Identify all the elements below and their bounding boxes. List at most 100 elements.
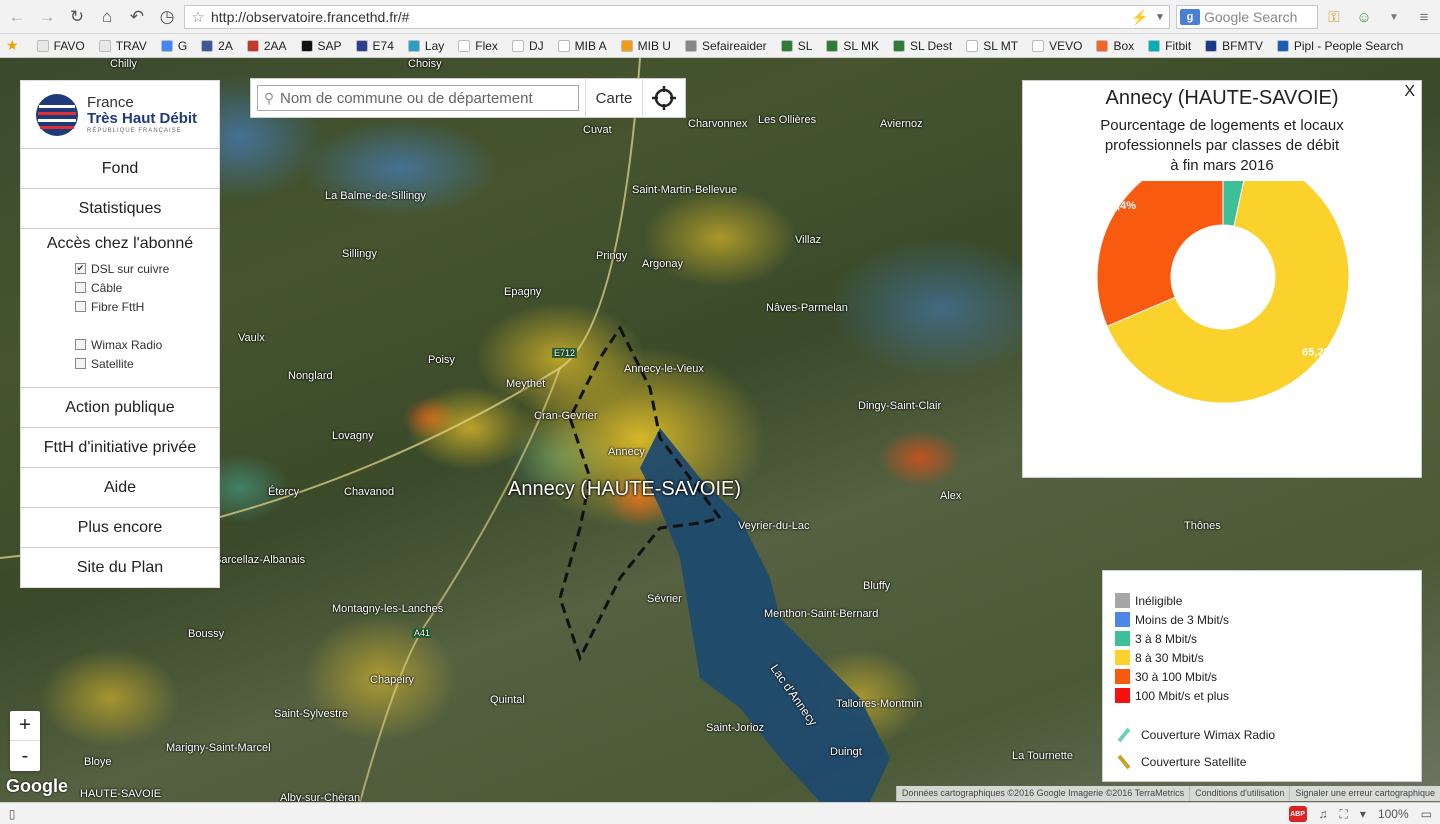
map-placename: Choisy [408,58,442,70]
adblock-icon[interactable]: ABP [1288,806,1307,822]
satellite-hatch-icon [1117,754,1131,769]
bookmark-label: Pipl - People Search [1293,38,1404,53]
bookmark-star-icon[interactable]: ☆ [185,8,211,26]
bookmark-item[interactable]: SAP [300,39,342,53]
france-thd-logo[interactable]: France Très Haut Débit RÉPUBLIQUE FRANÇA… [21,81,219,149]
key-icon[interactable]: ⚿ [1324,7,1344,27]
bookmark-item[interactable]: MIB A [557,39,607,53]
access-option[interactable]: Wimax Radio [21,335,219,354]
user-icon[interactable]: ☺ [1354,7,1374,27]
menu-statistiques[interactable]: Statistiques [21,189,219,229]
bookmark-item[interactable]: E74 [355,38,394,53]
access-checkbox[interactable] [75,358,86,369]
bookmark-item[interactable]: SL MK [826,39,879,53]
access-option-label: Wimax Radio [91,337,163,352]
access-option[interactable]: Fibre FttH [21,297,219,316]
access-option[interactable]: Câble [21,278,219,297]
bookmark-item[interactable]: 2A [201,39,233,53]
access-checkbox[interactable] [75,282,86,293]
bookmark-item[interactable]: 2AA [246,39,287,53]
bookmark-item[interactable]: DJ [511,38,544,53]
donut-chart[interactable]: 65,2% 31,4% [1023,181,1423,471]
favorites-star-icon[interactable]: ★ [6,37,19,54]
bookmark-label: SL MK [843,38,879,53]
map-placename: HAUTE-SAVOIE [80,788,162,800]
menu-action-publique[interactable]: Action publique [21,388,219,428]
bookmark-label: DJ [528,38,544,53]
bookmark-item[interactable]: Lay [407,38,445,53]
zoom-dropdown-icon[interactable]: ▾ [1360,807,1366,821]
access-checkbox[interactable] [75,301,86,312]
zoom-reset-icon[interactable]: ▭ [1421,807,1432,821]
stats-panel: X Annecy (HAUTE-SAVOIE) Pourcentage de l… [1022,80,1422,478]
menu-aide[interactable]: Aide [21,468,219,508]
zoom-out-button[interactable]: - [10,741,40,771]
bookmark-item[interactable]: VEVO [1032,39,1082,53]
fullscreen-icon[interactable]: ⛶ [1340,807,1348,822]
bookmark-item[interactable]: Sefaireaider [684,39,767,53]
back-icon[interactable]: ← [4,4,30,30]
bookmark-item[interactable]: FAVO [36,39,85,53]
url-dropdown-icon[interactable]: ▼ [1151,12,1169,23]
google-search-icon[interactable]: g [1180,9,1200,25]
access-option[interactable]: ✔ DSL sur cuivre [21,259,219,278]
commune-search-field[interactable]: ⚲ [257,85,579,111]
bookmark-label: E74 [372,38,394,53]
menu-icon[interactable]: ≡ [1414,7,1434,27]
terms-link[interactable]: Conditions d'utilisation [1189,786,1289,801]
map-placename: Meythet [506,378,546,390]
access-title[interactable]: Accès chez l'abonné [21,235,219,253]
access-option[interactable]: Satellite [21,354,219,373]
bookmark-favicon-icon [246,39,259,52]
dropdown-icon[interactable]: ▼ [1384,7,1404,27]
bookmark-item[interactable]: Pipl - People Search [1276,38,1404,53]
menu-site-du-plan[interactable]: Site du Plan [21,548,219,588]
access-checkbox[interactable]: ✔ [75,263,86,274]
browser-search-placeholder[interactable]: Google Search [1204,9,1297,25]
map-placename: La Balme-de-Sillingy [325,190,426,202]
commune-search-input[interactable] [280,89,570,107]
sidebar: France Très Haut Débit RÉPUBLIQUE FRANÇA… [20,80,220,588]
zoom-level[interactable]: 100% [1378,807,1409,821]
bookmark-item[interactable]: BFMTV [1205,39,1263,53]
browser-search-box[interactable]: g Google Search [1176,5,1318,29]
map-placename: Boussy [188,628,225,640]
home-icon[interactable]: ⌂ [94,4,120,30]
bookmark-item[interactable]: SL MT [966,39,1018,53]
undo-icon[interactable]: ↶ [124,4,150,30]
locate-icon[interactable] [643,78,685,118]
map-search-bar: ⚲ Carte [250,78,686,118]
report-error-link[interactable]: Signaler une erreur cartographique [1289,786,1440,801]
bookmark-item[interactable]: TRAV [98,39,147,53]
access-section: Accès chez l'abonné ✔ DSL sur cuivre Câble… [21,229,219,388]
bookmark-label: Box [1113,38,1135,53]
bookmark-favicon-icon [1096,39,1109,52]
sidebar-toggle-icon[interactable]: ▯ [0,807,24,821]
menu-fond[interactable]: Fond [21,149,219,189]
close-button[interactable]: X [1404,83,1415,101]
map-placename: A41 [412,628,433,638]
bookmark-item[interactable]: MIB U [620,39,671,53]
speaker-icon[interactable]: ♫ [1319,807,1328,821]
menu-ftth-privee[interactable]: FttH d'initiative privée [21,428,219,468]
map-placename: Pringy [596,250,628,262]
bookmark-item[interactable]: G [160,39,187,53]
bookmark-item[interactable]: Box [1096,39,1134,53]
carte-button[interactable]: Carte [585,78,643,118]
url-text[interactable]: http://observatoire.francethd.fr/# [211,9,1129,25]
bookmark-item[interactable]: SL [780,39,812,53]
bookmark-favicon-icon [1276,39,1289,52]
forward-icon[interactable]: → [34,4,60,30]
bookmark-item[interactable]: SL Dest [892,39,952,53]
history-icon[interactable]: ◷ [154,4,180,30]
access-checkbox[interactable] [75,339,86,350]
bookmark-item[interactable]: Flex [458,39,498,53]
map-placename: Étercy [268,486,300,498]
reload-icon[interactable]: ↻ [64,4,90,30]
zoom-in-button[interactable]: + [10,711,40,741]
bookmark-label: Lay [424,38,445,53]
url-bar[interactable]: ☆ http://observatoire.francethd.fr/# ⚡ ▼ [184,5,1170,29]
flash-icon[interactable]: ⚡ [1129,9,1151,26]
menu-plus-encore[interactable]: Plus encore [21,508,219,548]
bookmark-item[interactable]: Fitbit [1148,39,1191,53]
